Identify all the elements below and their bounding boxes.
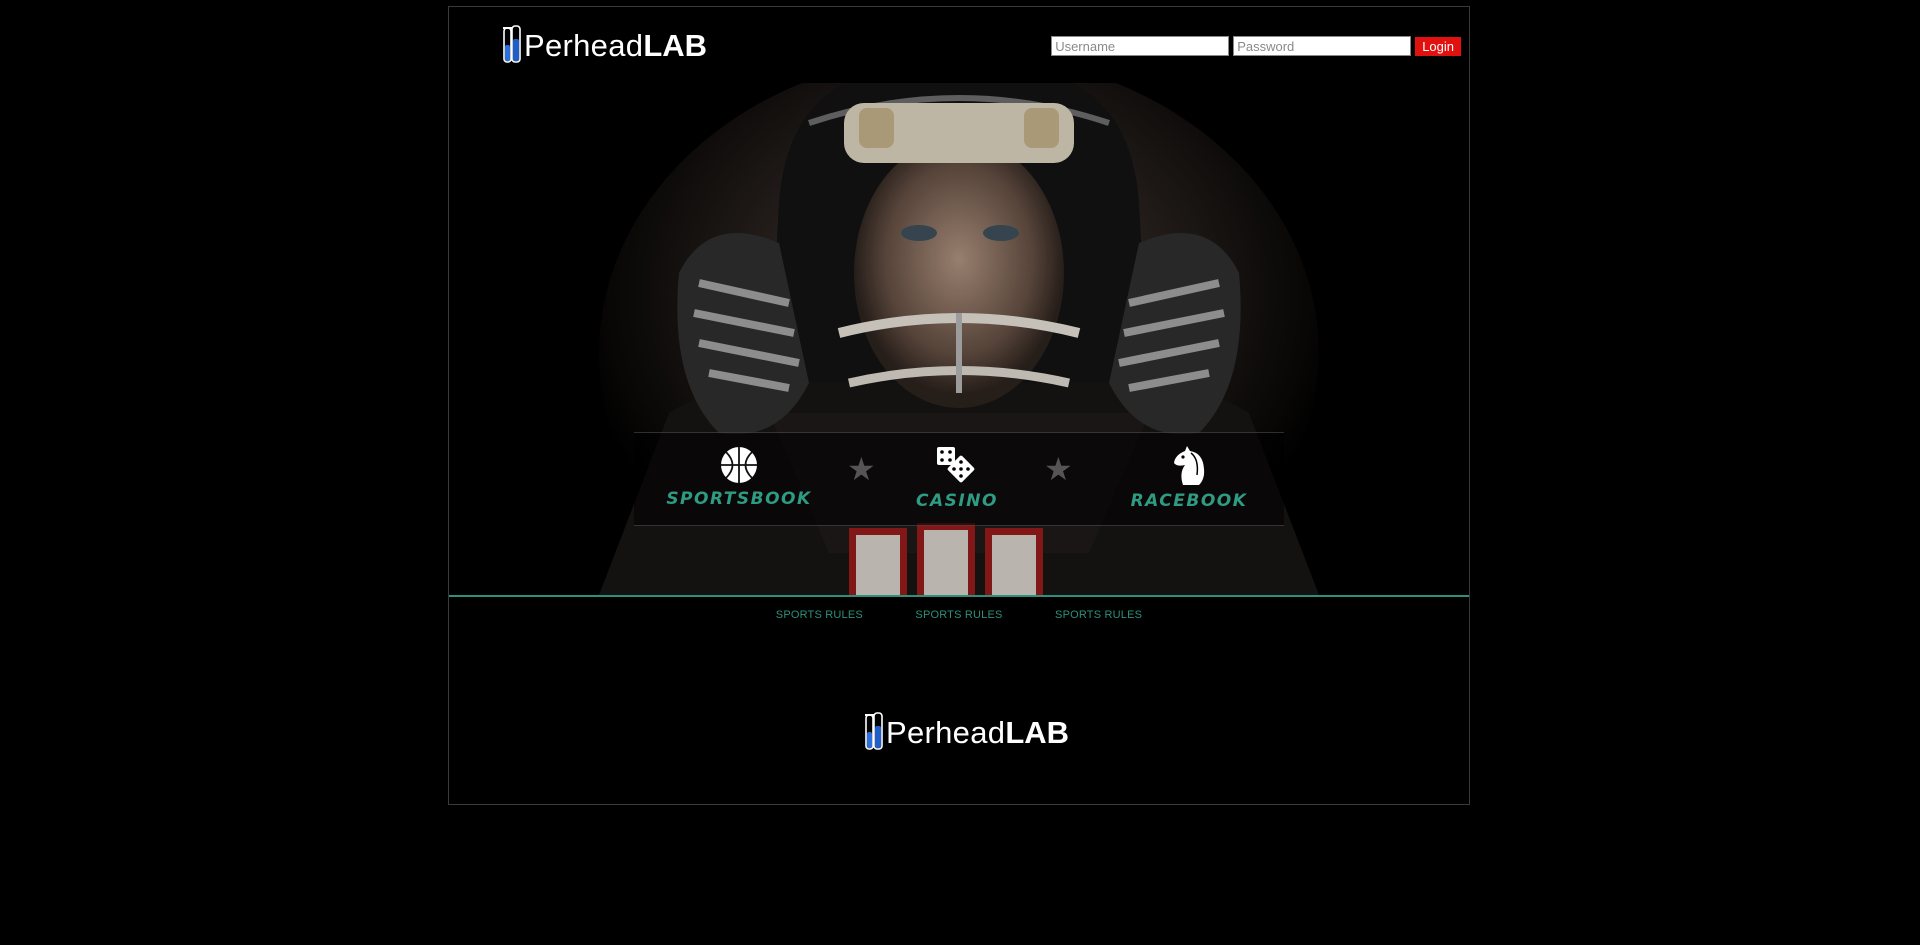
hero-banner: SPORTSBOOK ★ CASINO ★ RACEBOOK — [449, 83, 1469, 597]
product-bar: SPORTSBOOK ★ CASINO ★ RACEBOOK — [634, 432, 1284, 526]
horse-head-icon — [1174, 446, 1205, 485]
brand-name-bold: LAB — [643, 27, 708, 63]
page-frame: PerheadLAB Login — [448, 6, 1470, 805]
casino-label: CASINO — [916, 491, 998, 511]
star-separator-icon: ★ — [847, 451, 876, 487]
brand-name-bold: LAB — [1005, 714, 1070, 750]
brand-name-light: Perhead — [886, 714, 1006, 750]
password-input[interactable] — [1233, 36, 1412, 56]
test-tube-icon — [503, 25, 521, 63]
sportsbook-link[interactable]: SPORTSBOOK — [654, 445, 824, 509]
sports-rules-link[interactable]: SPORTS RULES — [1055, 609, 1142, 621]
sportsbook-label: SPORTSBOOK — [666, 489, 812, 509]
brand-name-light: Perhead — [524, 27, 644, 63]
footer-brand-logo[interactable]: PerheadLAB — [863, 712, 1069, 752]
dice-icon — [937, 447, 975, 483]
brand-logo[interactable]: PerheadLAB — [501, 25, 707, 65]
basketball-icon — [721, 447, 757, 483]
casino-link[interactable]: CASINO — [902, 445, 1012, 511]
sports-rules-link[interactable]: SPORTS RULES — [915, 609, 1002, 621]
star-separator-icon: ★ — [1044, 451, 1073, 487]
test-tube-icon — [865, 712, 883, 750]
footer-links: SPORTS RULES SPORTS RULES SPORTS RULES — [449, 605, 1469, 623]
login-button[interactable]: Login — [1415, 36, 1461, 56]
racebook-label: RACEBOOK — [1130, 491, 1248, 511]
login-form: Login — [1051, 36, 1461, 56]
sports-rules-link[interactable]: SPORTS RULES — [776, 609, 863, 621]
racebook-link[interactable]: RACEBOOK — [1109, 445, 1269, 511]
username-input[interactable] — [1051, 36, 1230, 56]
header: PerheadLAB Login — [449, 7, 1469, 84]
